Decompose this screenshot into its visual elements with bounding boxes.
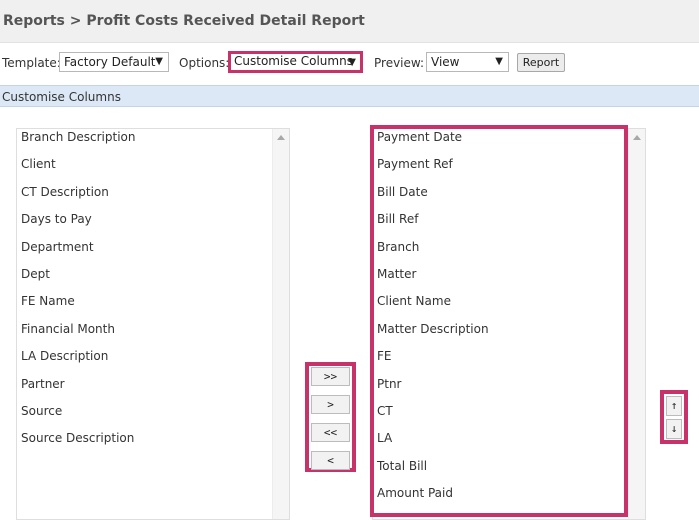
available-column-list-item[interactable]: Department — [21, 240, 94, 254]
preview-select-value: View — [431, 55, 460, 69]
selected-column-list-item[interactable]: Bill Ref — [377, 212, 418, 226]
template-select[interactable]: Factory Default ▼ — [59, 52, 169, 72]
options-select[interactable]: Customise Columns ▼ — [228, 51, 363, 73]
add-all-columns-button[interactable]: >> — [311, 367, 350, 386]
preview-select[interactable]: View ▼ — [426, 52, 509, 72]
available-list-scrollbar[interactable] — [272, 129, 289, 519]
selected-column-list-item[interactable]: LA — [377, 431, 392, 445]
selected-column-list-item[interactable]: Client Name — [377, 294, 451, 308]
available-column-list-item[interactable]: FE Name — [21, 294, 75, 308]
selected-column-list-item[interactable]: Branch — [377, 240, 419, 254]
arrow-down-icon[interactable]: ↓ — [666, 419, 682, 439]
scroll-up-icon[interactable] — [633, 135, 641, 140]
selected-list-scrollbar[interactable] — [628, 129, 645, 519]
template-select-value: Factory Default — [64, 55, 156, 69]
available-column-list-item[interactable]: Partner — [21, 377, 65, 391]
selected-column-list-item[interactable]: CT — [377, 404, 393, 418]
selected-column-list-item[interactable]: Payment Date — [377, 130, 462, 144]
title-bar: Reports > Profit Costs Received Detail R… — [0, 0, 699, 43]
selected-column-list-item[interactable]: Matter Description — [377, 322, 489, 336]
available-column-list-item[interactable]: CT Description — [21, 185, 109, 199]
template-label: Template: — [2, 56, 61, 70]
available-column-list-item[interactable]: Source — [21, 404, 62, 418]
selected-column-list-item[interactable]: Bill Date — [377, 185, 428, 199]
report-toolbar: Template: Factory Default ▼ Options: Cus… — [0, 43, 699, 83]
available-column-list-item[interactable]: LA Description — [21, 349, 108, 363]
available-column-list-item[interactable]: Branch Description — [21, 130, 136, 144]
selected-column-list-item[interactable]: Total Bill — [377, 459, 427, 473]
selected-column-list-item[interactable]: FE — [377, 349, 391, 363]
section-header: Customise Columns — [0, 85, 699, 107]
available-column-list-item[interactable]: Dept — [21, 267, 50, 281]
selected-column-list-item[interactable]: Payment Ref — [377, 157, 453, 171]
available-columns-list[interactable]: Branch Description Client CT Description Da… — [16, 128, 290, 520]
selected-column-list-item[interactable]: Matter — [377, 267, 416, 281]
selected-column-list-item[interactable]: Ptnr — [377, 377, 401, 391]
available-column-list-item[interactable]: Days to Pay — [21, 212, 92, 226]
remove-all-columns-button[interactable]: << — [311, 423, 350, 442]
caret-down-icon: ▼ — [495, 56, 503, 67]
selected-column-list-item[interactable]: Amount Paid — [377, 486, 453, 500]
caret-down-icon: ▼ — [348, 57, 356, 68]
preview-label: Preview: — [374, 56, 425, 70]
options-select-value: Customise Columns — [234, 54, 353, 68]
selected-columns-list[interactable]: Payment Date Payment Ref Bill Date Bill Ref… — [372, 128, 646, 520]
available-column-list-item[interactable]: Source Description — [21, 431, 134, 445]
caret-down-icon: ▼ — [155, 56, 163, 67]
arrow-up-icon[interactable]: ↑ — [666, 396, 682, 416]
report-button[interactable]: Report — [517, 53, 565, 72]
add-column-button[interactable]: > — [311, 395, 350, 414]
remove-column-button[interactable]: < — [311, 451, 350, 470]
options-label: Options: — [179, 56, 230, 70]
scroll-up-icon[interactable] — [277, 135, 285, 140]
page-title: Reports > Profit Costs Received Detail R… — [3, 13, 365, 29]
available-column-list-item[interactable]: Financial Month — [21, 322, 115, 336]
available-column-list-item[interactable]: Client — [21, 157, 56, 171]
